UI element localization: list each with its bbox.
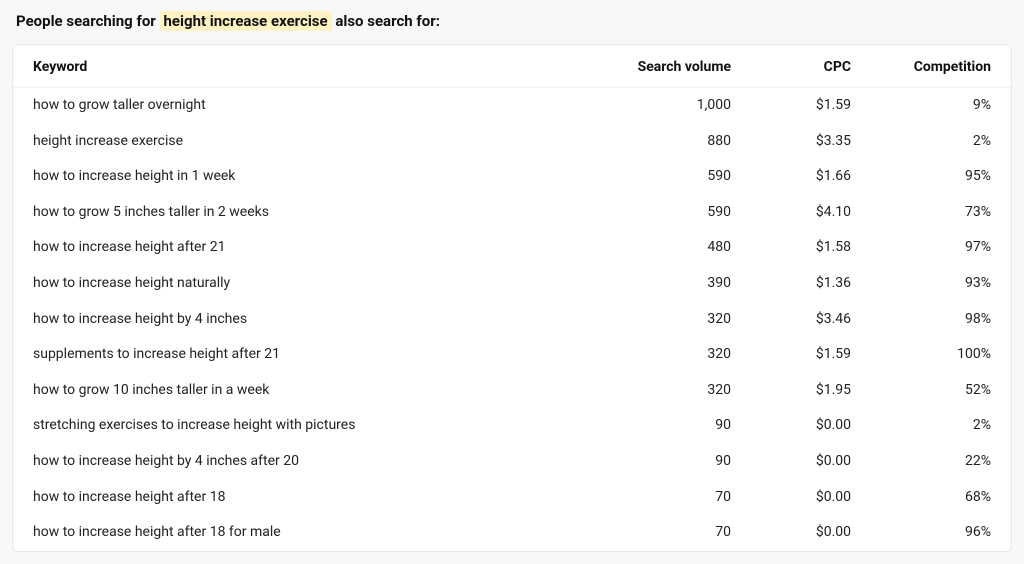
- cell-volume: 90: [601, 444, 751, 480]
- table-row[interactable]: how to increase height by 4 inches after…: [13, 444, 1011, 480]
- cell-keyword: how to grow taller overnight: [13, 88, 601, 124]
- cell-volume: 320: [601, 302, 751, 338]
- cell-volume: 320: [601, 337, 751, 373]
- cell-volume: 90: [601, 408, 751, 444]
- table-row[interactable]: how to increase height in 1 week590$1.66…: [13, 159, 1011, 195]
- cell-keyword: how to increase height after 18 for male: [13, 515, 601, 551]
- cell-keyword: how to increase height by 4 inches after…: [13, 444, 601, 480]
- cell-cpc: $1.95: [751, 373, 871, 409]
- cell-keyword: height increase exercise: [13, 124, 601, 160]
- cell-competition: 73%: [871, 195, 1011, 231]
- heading-prefix: People searching for: [16, 12, 156, 30]
- cell-cpc: $1.59: [751, 88, 871, 124]
- col-header-competition[interactable]: Competition: [871, 45, 1011, 88]
- cell-cpc: $0.00: [751, 480, 871, 516]
- cell-competition: 9%: [871, 88, 1011, 124]
- table-row[interactable]: how to increase height after 1870$0.0068…: [13, 480, 1011, 516]
- keyword-table: Keyword Search volume CPC Competition ho…: [13, 45, 1011, 551]
- cell-keyword: how to increase height after 18: [13, 480, 601, 516]
- cell-cpc: $0.00: [751, 515, 871, 551]
- cell-volume: 590: [601, 195, 751, 231]
- cell-volume: 70: [601, 480, 751, 516]
- cell-keyword: how to increase height after 21: [13, 230, 601, 266]
- heading-suffix: also search for:: [335, 12, 440, 30]
- table-row[interactable]: how to grow 5 inches taller in 2 weeks59…: [13, 195, 1011, 231]
- cell-competition: 93%: [871, 266, 1011, 302]
- col-header-volume[interactable]: Search volume: [601, 45, 751, 88]
- cell-competition: 68%: [871, 480, 1011, 516]
- col-header-cpc[interactable]: CPC: [751, 45, 871, 88]
- cell-volume: 390: [601, 266, 751, 302]
- cell-volume: 320: [601, 373, 751, 409]
- cell-competition: 97%: [871, 230, 1011, 266]
- cell-volume: 480: [601, 230, 751, 266]
- cell-cpc: $1.59: [751, 337, 871, 373]
- cell-competition: 2%: [871, 124, 1011, 160]
- cell-competition: 98%: [871, 302, 1011, 338]
- table-row[interactable]: how to increase height after 18 for male…: [13, 515, 1011, 551]
- table-row[interactable]: supplements to increase height after 213…: [13, 337, 1011, 373]
- table-row[interactable]: height increase exercise880$3.352%: [13, 124, 1011, 160]
- table-row[interactable]: how to increase height by 4 inches320$3.…: [13, 302, 1011, 338]
- table-row[interactable]: how to increase height naturally390$1.36…: [13, 266, 1011, 302]
- cell-competition: 22%: [871, 444, 1011, 480]
- cell-cpc: $3.46: [751, 302, 871, 338]
- cell-keyword: how to grow 5 inches taller in 2 weeks: [13, 195, 601, 231]
- cell-keyword: how to increase height in 1 week: [13, 159, 601, 195]
- cell-competition: 52%: [871, 373, 1011, 409]
- related-searches-heading: People searching for height increase exe…: [16, 12, 1012, 30]
- table-row[interactable]: how to grow 10 inches taller in a week32…: [13, 373, 1011, 409]
- cell-volume: 1,000: [601, 88, 751, 124]
- cell-keyword: how to grow 10 inches taller in a week: [13, 373, 601, 409]
- cell-cpc: $3.35: [751, 124, 871, 160]
- col-header-keyword[interactable]: Keyword: [13, 45, 601, 88]
- cell-keyword: how to increase height by 4 inches: [13, 302, 601, 338]
- cell-competition: 96%: [871, 515, 1011, 551]
- cell-competition: 95%: [871, 159, 1011, 195]
- table-header-row: Keyword Search volume CPC Competition: [13, 45, 1011, 88]
- cell-cpc: $1.66: [751, 159, 871, 195]
- table-row[interactable]: how to increase height after 21480$1.589…: [13, 230, 1011, 266]
- cell-volume: 880: [601, 124, 751, 160]
- heading-query-highlight: height increase exercise: [160, 11, 332, 31]
- cell-cpc: $1.36: [751, 266, 871, 302]
- cell-keyword: how to increase height naturally: [13, 266, 601, 302]
- keyword-table-card: Keyword Search volume CPC Competition ho…: [12, 44, 1012, 552]
- table-row[interactable]: stretching exercises to increase height …: [13, 408, 1011, 444]
- cell-volume: 590: [601, 159, 751, 195]
- cell-keyword: supplements to increase height after 21: [13, 337, 601, 373]
- cell-cpc: $0.00: [751, 408, 871, 444]
- cell-competition: 100%: [871, 337, 1011, 373]
- cell-volume: 70: [601, 515, 751, 551]
- cell-keyword: stretching exercises to increase height …: [13, 408, 601, 444]
- cell-cpc: $0.00: [751, 444, 871, 480]
- table-row[interactable]: how to grow taller overnight1,000$1.599%: [13, 88, 1011, 124]
- cell-cpc: $1.58: [751, 230, 871, 266]
- cell-cpc: $4.10: [751, 195, 871, 231]
- cell-competition: 2%: [871, 408, 1011, 444]
